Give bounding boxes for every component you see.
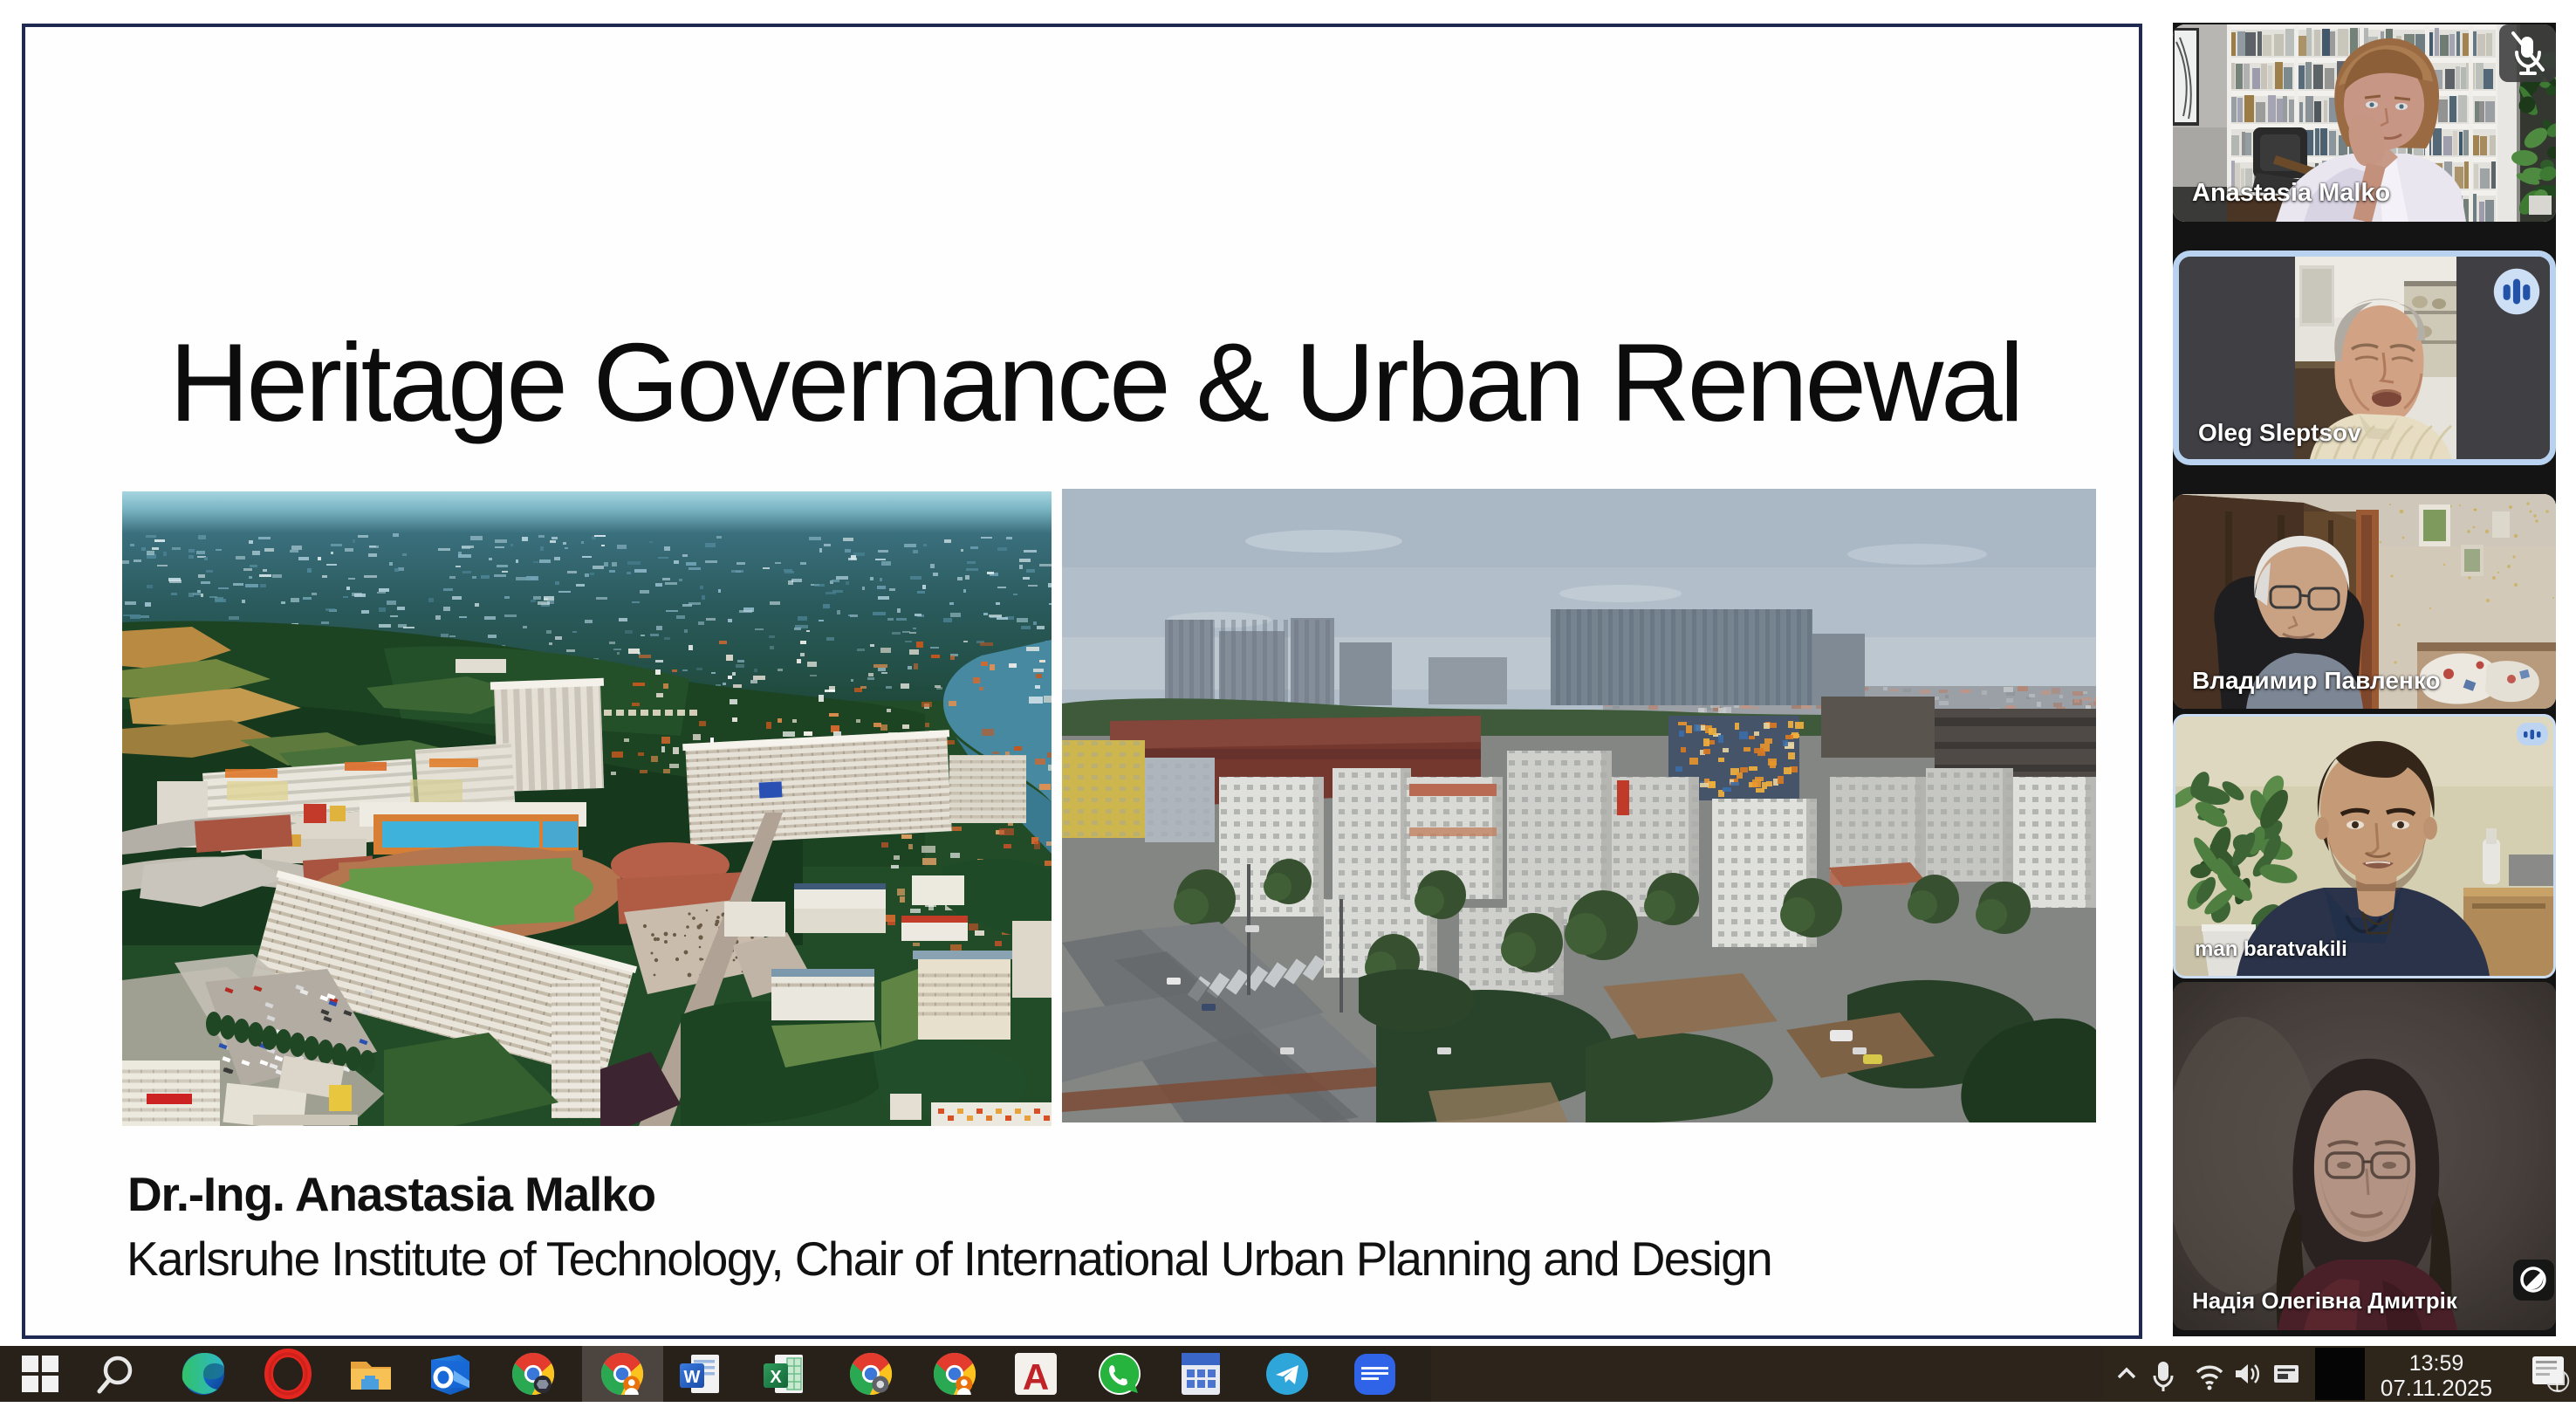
svg-text:1: 1 [2552,1376,2561,1396]
svg-text:X: X [770,1368,782,1387]
svg-text:A: A [1023,1356,1049,1397]
svg-text:07.11.2025: 07.11.2025 [2381,1375,2492,1401]
svg-text:W: W [684,1368,701,1387]
svg-text:13:59: 13:59 [2409,1351,2464,1376]
